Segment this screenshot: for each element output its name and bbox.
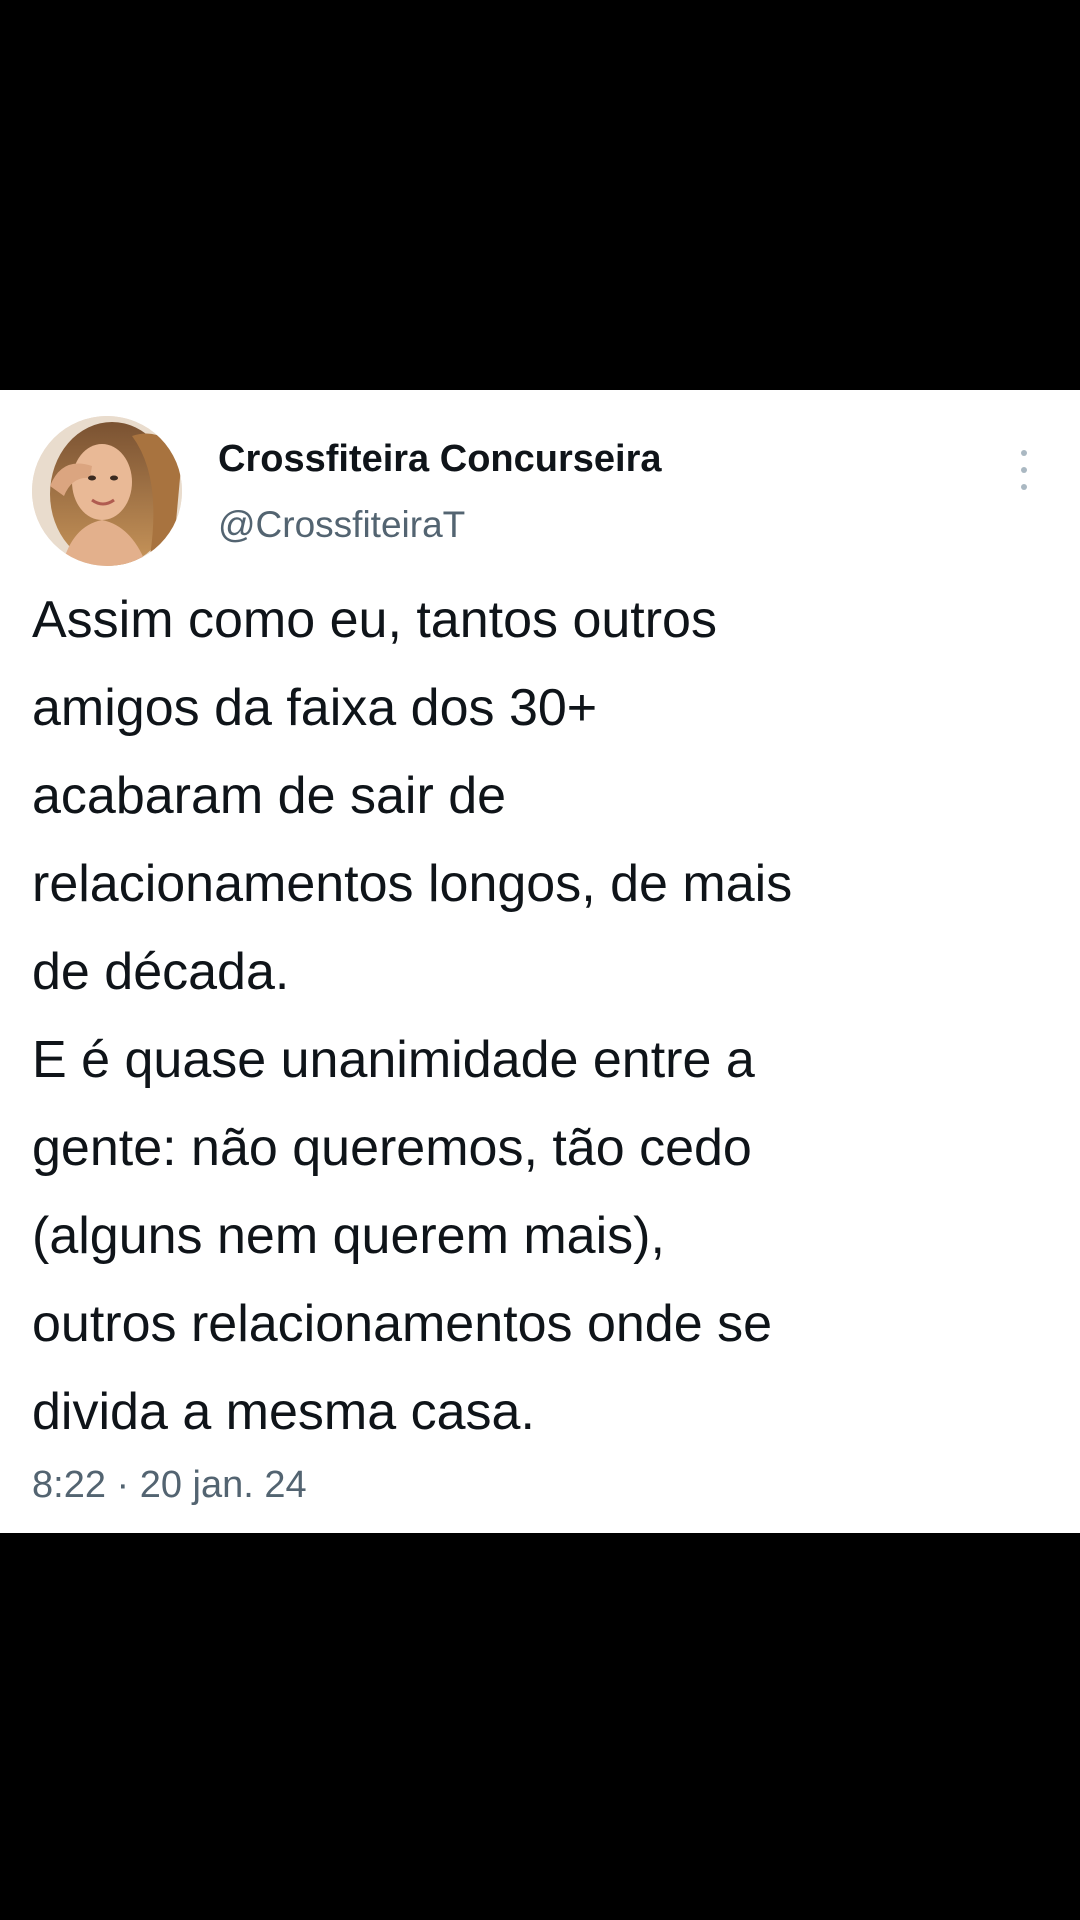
tweet-text-line: relacionamentos longos, de mais [32, 855, 793, 913]
more-dot [1021, 484, 1027, 490]
author-display-name[interactable]: Crossfiteira Concurseira [218, 438, 662, 481]
more-dot [1021, 467, 1027, 473]
tweet-text-line: outros relacionamentos onde se [32, 1295, 773, 1353]
tweet-text-line: de década. [32, 943, 290, 1001]
tweet-text-line: divida a mesma casa. [32, 1383, 535, 1441]
tweet-text-line: amigos da faixa dos 30+ [32, 679, 598, 737]
tweet-text: Assim como eu, tantos outros amigos da f… [32, 576, 1062, 1456]
tweet-text-line: gente: não queremos, tão cedo [32, 1119, 752, 1177]
tweet-text-line: E é quase unanimidade entre a [32, 1031, 755, 1089]
author-handle[interactable]: @CrossfiteiraT [218, 504, 465, 546]
tweet-text-line: Assim como eu, tantos outros [32, 591, 717, 649]
screen: Crossfiteira Concurseira @CrossfiteiraT … [0, 0, 1080, 1920]
avatar[interactable] [32, 416, 182, 566]
tweet-text-line: acabaram de sair de [32, 767, 507, 825]
more-vertical-icon[interactable] [1010, 442, 1038, 498]
tweet-card[interactable]: Crossfiteira Concurseira @CrossfiteiraT … [0, 390, 1080, 1533]
avatar-photo [32, 416, 182, 566]
more-dot [1021, 450, 1027, 456]
tweet-text-line: (alguns nem querem mais), [32, 1207, 665, 1265]
tweet-timestamp[interactable]: 8:22 · 20 jan. 24 [32, 1464, 307, 1507]
